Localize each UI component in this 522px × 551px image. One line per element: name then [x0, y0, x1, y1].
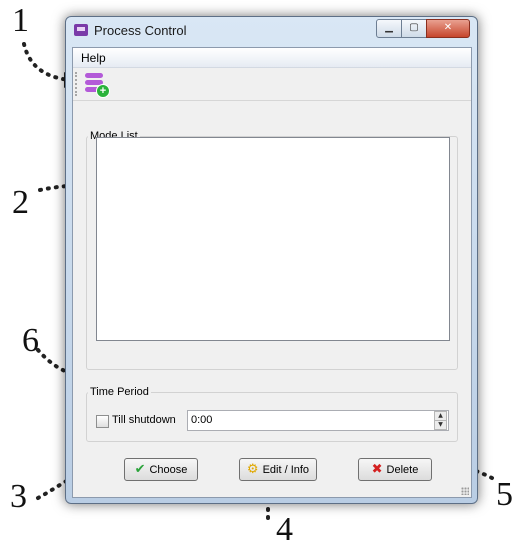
close-button[interactable]: ✕	[426, 19, 470, 38]
toolbar: +	[73, 68, 471, 101]
delete-button-label: Delete	[386, 463, 419, 476]
callout-2: 2	[12, 184, 29, 221]
mode-listbox[interactable]	[96, 137, 450, 341]
callout-5: 5	[496, 476, 513, 513]
maximize-button[interactable]: ▢	[401, 19, 427, 38]
minimize-icon: ▁	[385, 22, 393, 33]
checkmark-icon: ✔	[134, 462, 146, 477]
close-icon: ✕	[443, 22, 453, 33]
menu-help[interactable]: Help	[81, 51, 106, 65]
delete-button[interactable]: ✖ Delete	[358, 458, 432, 481]
choose-button-label: Choose	[149, 463, 188, 476]
maximize-icon: ▢	[409, 22, 419, 33]
process-control-window: Process Control ▁ ▢ ✕ Help + Mode List T…	[65, 16, 478, 504]
minimize-button[interactable]: ▁	[376, 19, 402, 38]
time-spinbox: ▲ ▼	[187, 410, 449, 431]
callout-1: 1	[12, 2, 29, 39]
add-mode-button[interactable]: +	[83, 71, 110, 98]
till-shutdown-checkbox[interactable]	[96, 415, 109, 428]
spin-down-button[interactable]: ▼	[434, 420, 447, 430]
callout-3: 3	[10, 478, 27, 515]
gear-icon: ⚙	[246, 462, 259, 477]
delete-x-icon: ✖	[371, 462, 383, 477]
edit-info-button[interactable]: ⚙ Edit / Info	[239, 458, 317, 481]
resize-grip[interactable]	[461, 487, 469, 495]
app-window-icon	[74, 24, 88, 36]
chevron-up-icon: ▲	[438, 412, 443, 419]
time-period-title: Time Period	[88, 386, 151, 398]
callout-4: 4	[276, 511, 293, 548]
arrow-1	[22, 42, 72, 82]
window-client-area: Help + Mode List Time Period Till shutdo…	[72, 47, 472, 498]
time-input[interactable]	[191, 411, 421, 428]
menu-bar: Help	[73, 48, 471, 68]
toolbar-grip[interactable]	[75, 72, 79, 96]
window-title: Process Control	[94, 23, 187, 38]
choose-button[interactable]: ✔ Choose	[124, 458, 198, 481]
chevron-down-icon: ▼	[438, 421, 443, 428]
edit-info-button-label: Edit / Info	[262, 463, 310, 476]
callout-6: 6	[22, 322, 39, 359]
till-shutdown-label[interactable]: Till shutdown	[112, 414, 176, 426]
title-bar[interactable]: Process Control ▁ ▢ ✕	[66, 17, 477, 45]
